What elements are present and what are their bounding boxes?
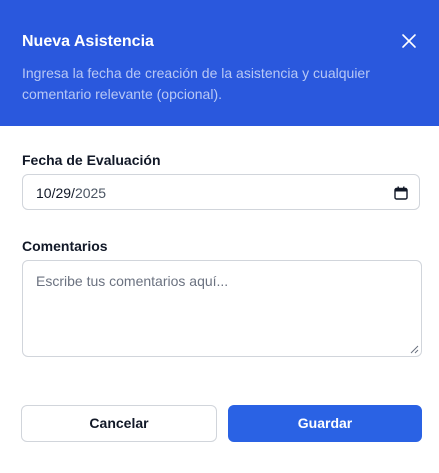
new-attendance-dialog: Nueva Asistencia Ingresa la fecha de cre… (0, 0, 439, 473)
dialog-header: Nueva Asistencia Ingresa la fecha de cre… (0, 0, 439, 126)
save-button[interactable]: Guardar (228, 405, 422, 442)
date-year: 2025 (74, 185, 107, 201)
dialog-description: Ingresa la fecha de creación de la asist… (22, 65, 370, 102)
date-value: 10/29/2025 (36, 185, 106, 201)
comments-placeholder: Escribe tus comentarios aquí... (36, 273, 229, 289)
date-month-day: 10/29/ (36, 185, 75, 201)
comments-label: Comentarios (22, 238, 108, 254)
close-icon (402, 34, 416, 48)
close-button[interactable] (399, 31, 419, 51)
evaluation-date-input[interactable]: 10/29/2025 (22, 174, 420, 210)
date-label: Fecha de Evaluación (22, 152, 161, 168)
dialog-title: Nueva Asistencia (22, 33, 154, 50)
calendar-icon[interactable] (394, 186, 408, 200)
cancel-button[interactable]: Cancelar (21, 405, 217, 442)
resize-grip-icon[interactable] (410, 345, 419, 354)
comments-textarea[interactable]: Escribe tus comentarios aquí... (22, 260, 422, 357)
